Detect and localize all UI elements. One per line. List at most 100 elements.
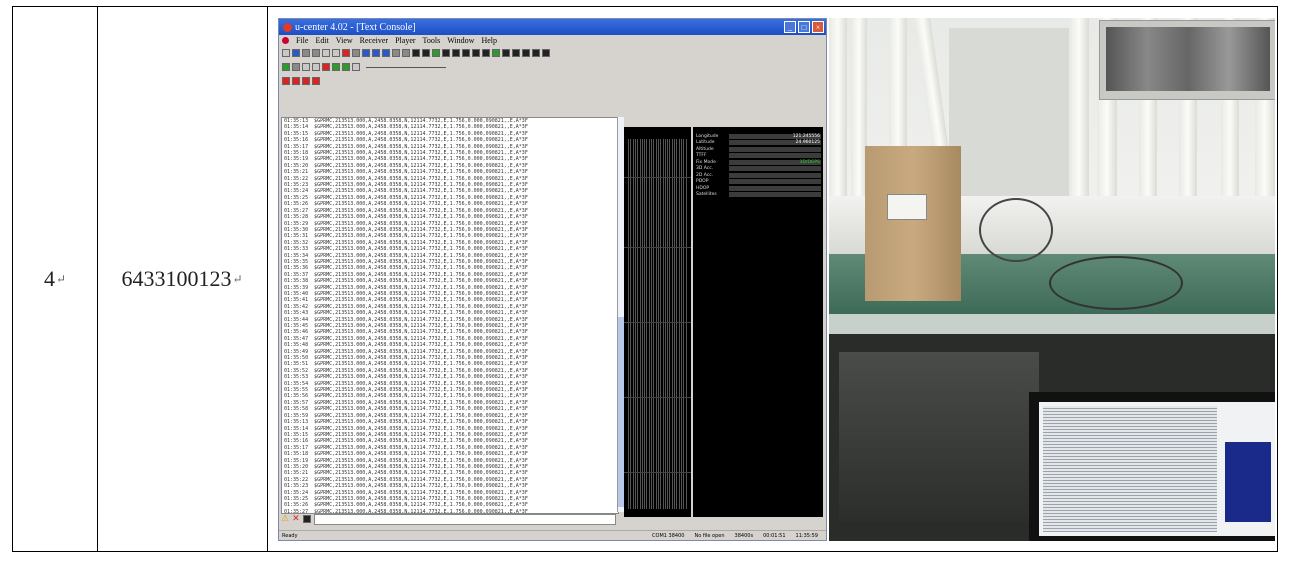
signal-bar bbox=[637, 139, 639, 509]
cut-icon[interactable] bbox=[322, 49, 330, 57]
save-icon[interactable] bbox=[292, 49, 300, 57]
playback-slider[interactable] bbox=[366, 66, 446, 68]
cardboard-box bbox=[865, 146, 961, 301]
signal-bar bbox=[660, 139, 662, 509]
signal-bar bbox=[628, 139, 629, 509]
stop-icon[interactable] bbox=[312, 63, 320, 71]
view-icon[interactable] bbox=[452, 49, 460, 57]
view-icon[interactable] bbox=[442, 49, 450, 57]
menu-window[interactable]: Window bbox=[447, 36, 474, 45]
open-icon[interactable] bbox=[302, 49, 310, 57]
window-title: u-center 4.02 - [Text Console] bbox=[295, 21, 416, 33]
view-icon[interactable] bbox=[542, 49, 550, 57]
view-icon[interactable] bbox=[522, 49, 530, 57]
forward-icon[interactable] bbox=[342, 63, 350, 71]
menu-tools[interactable]: Tools bbox=[423, 36, 441, 45]
nav-field-row: Longitude 121.245556 bbox=[696, 133, 821, 140]
ucenter-window: u-center 4.02 - [Text Console] _ □ × Fil… bbox=[278, 18, 827, 541]
signal-bar bbox=[634, 139, 636, 509]
view-icon[interactable] bbox=[422, 49, 430, 57]
monitor bbox=[1029, 392, 1275, 541]
nav-field-value bbox=[729, 153, 821, 159]
toolbar-1 bbox=[279, 46, 826, 60]
send-icon[interactable] bbox=[302, 515, 311, 523]
filter-icon[interactable] bbox=[292, 77, 300, 85]
view-icon[interactable] bbox=[392, 49, 400, 57]
poster-image bbox=[1106, 27, 1270, 91]
signal-bar bbox=[678, 139, 680, 509]
menu-view[interactable]: View bbox=[336, 36, 353, 45]
row-index-cell: 4 ↵ bbox=[13, 7, 97, 551]
menu-file[interactable]: File bbox=[296, 36, 308, 45]
navigation-panel: Longitude 121.245556 Latitude 24.960125 Alti… bbox=[693, 127, 823, 517]
nav-field-label: 2D Acc. bbox=[696, 172, 714, 178]
signal-bar bbox=[671, 139, 673, 509]
view-icon[interactable] bbox=[402, 49, 410, 57]
filter-icon[interactable] bbox=[302, 77, 310, 85]
view-icon[interactable] bbox=[502, 49, 510, 57]
lower-area bbox=[829, 334, 1275, 541]
play-icon[interactable] bbox=[332, 63, 340, 71]
signal-bar bbox=[662, 139, 664, 509]
status-rate: 38400s bbox=[734, 532, 754, 539]
paragraph-mark: ↵ bbox=[55, 271, 67, 286]
grid-line bbox=[624, 397, 691, 398]
view-icon[interactable] bbox=[532, 49, 540, 57]
text-console[interactable]: 01:35:13 $GPRMC,213513.000,A,2458.0358,N… bbox=[281, 117, 619, 514]
nav-field-value bbox=[729, 166, 821, 172]
new-icon[interactable] bbox=[282, 49, 290, 57]
menu-player[interactable]: Player bbox=[395, 36, 415, 45]
nav-field-value bbox=[729, 146, 821, 152]
maximize-icon[interactable]: □ bbox=[798, 21, 810, 33]
step-icon[interactable] bbox=[352, 63, 360, 71]
nav-field-label: HDOP bbox=[696, 185, 710, 191]
view-icon[interactable] bbox=[382, 49, 390, 57]
connect-icon[interactable] bbox=[282, 63, 290, 71]
signal-bar bbox=[676, 139, 678, 509]
filter-icon[interactable] bbox=[312, 77, 320, 85]
screen-panel bbox=[1225, 442, 1271, 522]
view-icon[interactable] bbox=[462, 49, 470, 57]
menu-edit[interactable]: Edit bbox=[315, 36, 328, 45]
minimize-icon[interactable]: _ bbox=[784, 21, 796, 33]
row-id-cell: 6433100123 ↵ bbox=[97, 7, 267, 551]
nav-field-row: TTFF bbox=[696, 153, 821, 160]
close-icon[interactable]: ✕ bbox=[292, 514, 300, 524]
nav-field-value bbox=[729, 185, 821, 191]
screen-spreadsheet bbox=[1043, 406, 1217, 532]
filter-icon[interactable] bbox=[282, 77, 290, 85]
navigation-fields: Longitude 121.245556 Latitude 24.960125 Alti… bbox=[696, 133, 821, 198]
building bbox=[949, 28, 1079, 218]
search-icon[interactable] bbox=[302, 63, 310, 71]
monitor-screen bbox=[1039, 402, 1275, 536]
nav-field-value bbox=[729, 192, 821, 198]
view-icon[interactable] bbox=[372, 49, 380, 57]
view-icon[interactable] bbox=[432, 49, 440, 57]
view-icon[interactable] bbox=[492, 49, 500, 57]
signal-bar bbox=[651, 139, 652, 509]
signal-bar bbox=[657, 139, 659, 509]
copy-icon[interactable] bbox=[332, 49, 340, 57]
nav-field-value bbox=[729, 179, 821, 185]
view-icon[interactable] bbox=[472, 49, 480, 57]
record-icon[interactable] bbox=[322, 63, 330, 71]
view-icon[interactable] bbox=[412, 49, 420, 57]
close-window-icon[interactable]: × bbox=[812, 21, 824, 33]
menu-receiver[interactable]: Receiver bbox=[360, 36, 388, 45]
view-icon[interactable] bbox=[362, 49, 370, 57]
row-index: 4 bbox=[43, 266, 55, 291]
box-label bbox=[887, 194, 927, 220]
baud-icon[interactable] bbox=[292, 63, 300, 71]
pause-icon[interactable] bbox=[352, 49, 360, 57]
print-icon[interactable] bbox=[312, 49, 320, 57]
command-input[interactable] bbox=[313, 513, 616, 525]
console-scrollbar[interactable] bbox=[617, 117, 624, 512]
nav-field-value: 3D/DGPS bbox=[729, 159, 821, 165]
signal-bar bbox=[674, 139, 675, 509]
column-divider bbox=[267, 7, 268, 551]
view-icon[interactable] bbox=[482, 49, 490, 57]
cable bbox=[979, 198, 1053, 262]
menu-help[interactable]: Help bbox=[481, 36, 497, 45]
view-icon[interactable] bbox=[512, 49, 520, 57]
record-icon[interactable] bbox=[342, 49, 350, 57]
